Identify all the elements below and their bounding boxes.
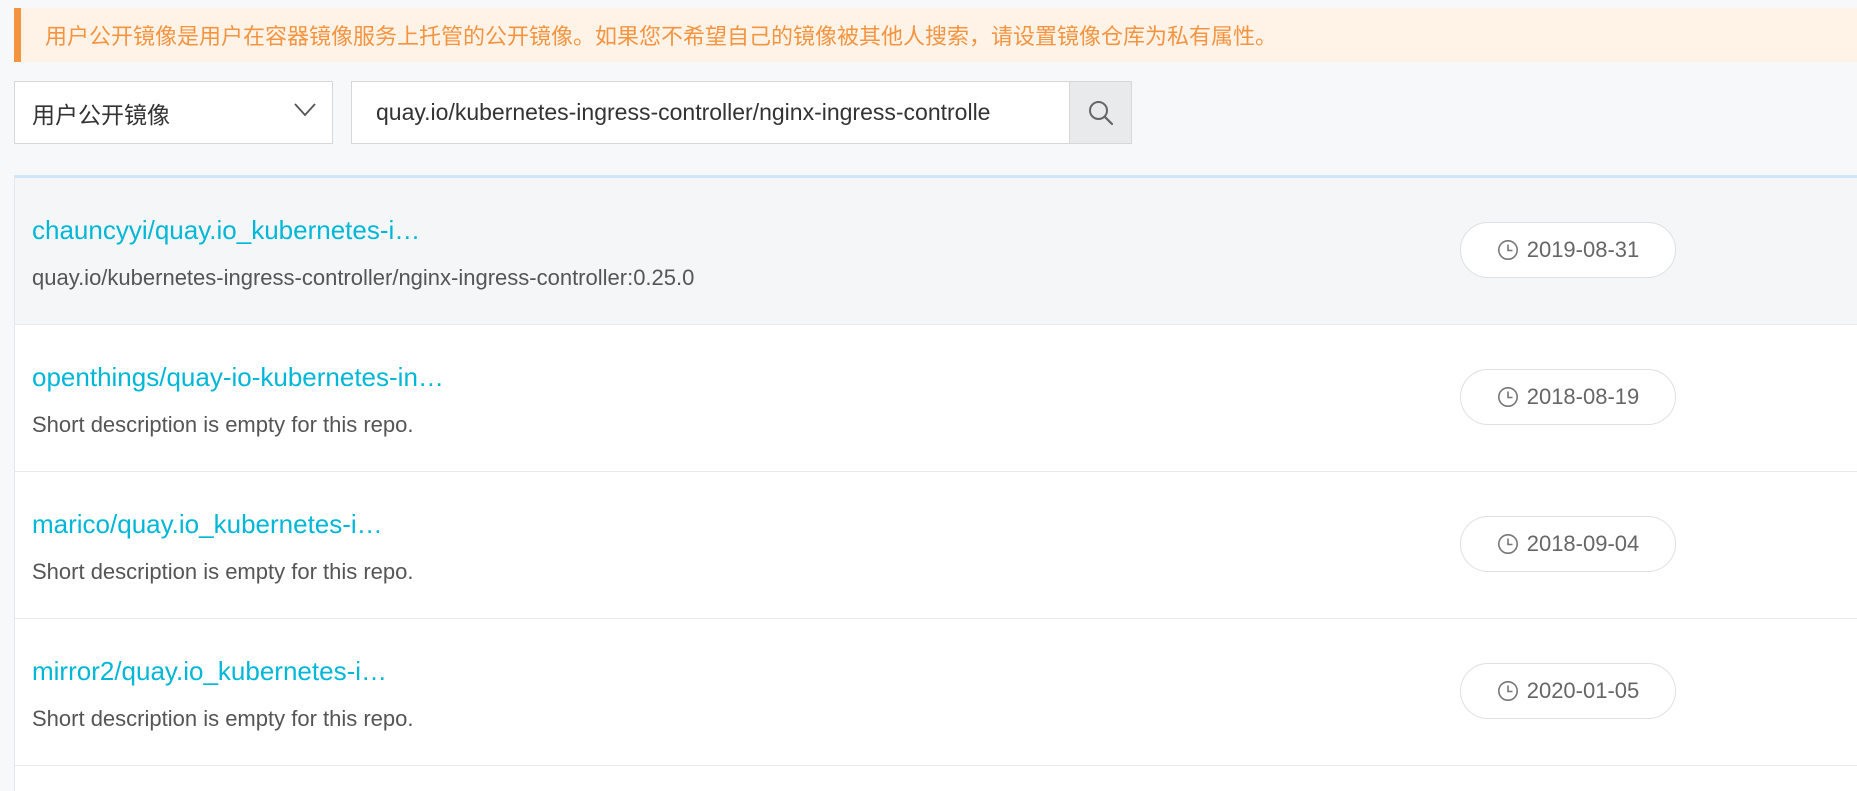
date-text: 2019-08-31 xyxy=(1526,237,1640,262)
search-button[interactable] xyxy=(1069,81,1132,144)
date-badge: 2018-09-04 xyxy=(1460,516,1676,572)
result-row[interactable]: marico/quay.io_kubernetes-i… Short descr… xyxy=(15,472,1857,619)
result-row[interactable]: openthings/quay-io-kubernetes-in… Short … xyxy=(15,325,1857,472)
date-text: 2018-09-04 xyxy=(1526,531,1640,556)
clock-icon xyxy=(1497,681,1518,701)
image-type-select-value: 用户公开镜像 xyxy=(32,101,170,128)
result-row[interactable]: chauncyyi/quay.io_kubernetes-i… quay.io/… xyxy=(15,178,1857,325)
date-badge: 2019-08-31 xyxy=(1460,222,1676,278)
search-input[interactable] xyxy=(352,82,1069,143)
repo-name-link[interactable]: marico/quay.io_kubernetes-i… xyxy=(32,509,383,540)
results-list: chauncyyi/quay.io_kubernetes-i… quay.io/… xyxy=(14,175,1857,791)
repo-description: Short description is empty for this repo… xyxy=(32,706,414,731)
search-icon xyxy=(1088,100,1113,125)
result-row[interactable]: mirror2/quay.io_kubernetes-i… Short desc… xyxy=(15,619,1857,766)
search-box xyxy=(351,81,1070,144)
repo-name-link[interactable]: openthings/quay-io-kubernetes-in… xyxy=(32,362,444,393)
notice-text: 用户公开镜像是用户在容器镜像服务上托管的公开镜像。如果您不希望自己的镜像被其他人… xyxy=(45,24,1278,49)
repo-name-link[interactable]: chauncyyi/quay.io_kubernetes-i… xyxy=(32,215,420,246)
notice-banner: 用户公开镜像是用户在容器镜像服务上托管的公开镜像。如果您不希望自己的镜像被其他人… xyxy=(14,8,1857,62)
repo-description: Short description is empty for this repo… xyxy=(32,412,414,437)
clock-icon xyxy=(1497,240,1518,260)
image-type-select[interactable]: 用户公开镜像 xyxy=(14,81,333,144)
repo-description: quay.io/kubernetes-ingress-controller/ng… xyxy=(32,265,695,290)
date-badge: 2020-01-05 xyxy=(1460,663,1676,719)
date-badge: 2018-08-19 xyxy=(1460,369,1676,425)
date-text: 2018-08-19 xyxy=(1526,384,1640,409)
clock-icon xyxy=(1497,534,1518,554)
date-text: 2020-01-05 xyxy=(1526,678,1640,703)
repo-name-link[interactable]: mirror2/quay.io_kubernetes-i… xyxy=(32,656,387,687)
repo-description: Short description is empty for this repo… xyxy=(32,559,414,584)
chevron-down-icon xyxy=(294,102,316,116)
clock-icon xyxy=(1497,387,1518,407)
